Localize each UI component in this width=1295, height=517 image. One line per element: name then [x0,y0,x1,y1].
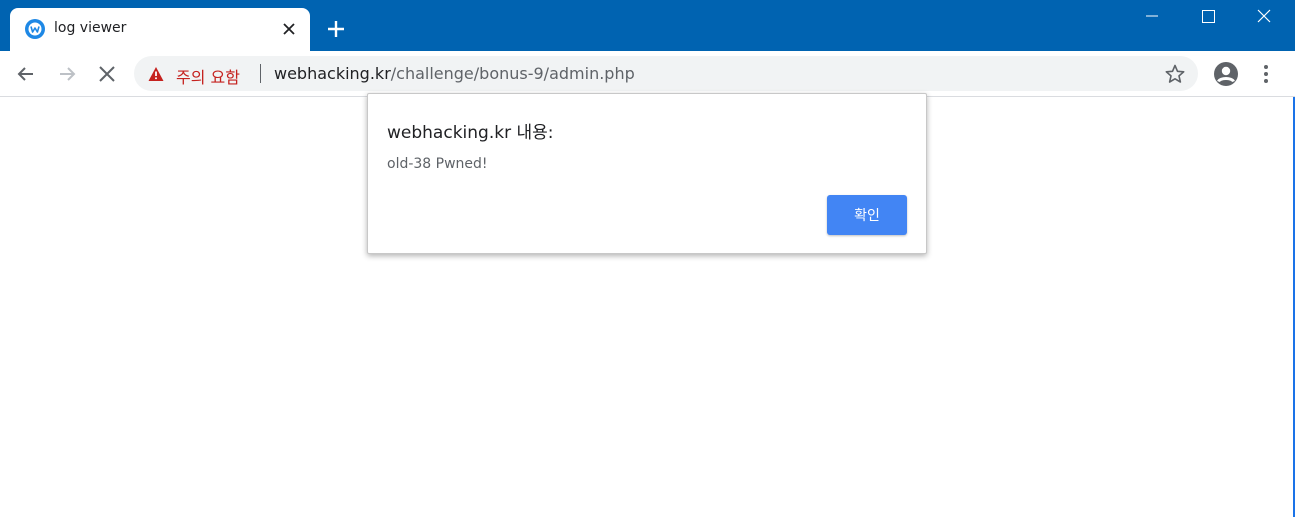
menu-icon[interactable] [1256,62,1276,86]
title-bar: log viewer [0,0,1295,51]
back-arrow-icon[interactable] [13,61,39,87]
url-text[interactable]: webhacking.kr/challenge/bonus-9/admin.ph… [274,64,635,83]
star-icon[interactable] [1164,63,1186,85]
close-icon[interactable] [280,20,298,38]
alert-dialog: webhacking.kr 내용: old-38 Pwned! 확인 [367,93,927,254]
plus-icon[interactable] [325,18,347,40]
favicon-icon [24,18,46,40]
dialog-message: old-38 Pwned! [387,156,488,172]
maximize-icon[interactable] [1185,0,1231,32]
minimize-icon[interactable] [1129,0,1175,32]
tab-title: log viewer [54,20,127,36]
url-host: webhacking.kr [274,64,391,83]
warning-icon[interactable] [148,66,164,82]
dialog-title: webhacking.kr 내용: [387,123,554,143]
stop-icon[interactable] [94,61,120,87]
security-label[interactable]: 주의 요함 [176,64,240,88]
browser-toolbar: 주의 요함 webhacking.kr/challenge/bonus-9/ad… [0,51,1295,97]
profile-icon[interactable] [1212,60,1240,88]
browser-tab[interactable]: log viewer [10,8,310,51]
forward-arrow-icon[interactable] [54,61,80,87]
close-window-icon[interactable] [1241,0,1287,32]
divider [260,64,261,83]
ok-button[interactable]: 확인 [827,195,907,235]
url-path: /challenge/bonus-9/admin.php [390,64,635,83]
address-bar[interactable]: 주의 요함 webhacking.kr/challenge/bonus-9/ad… [134,56,1198,91]
